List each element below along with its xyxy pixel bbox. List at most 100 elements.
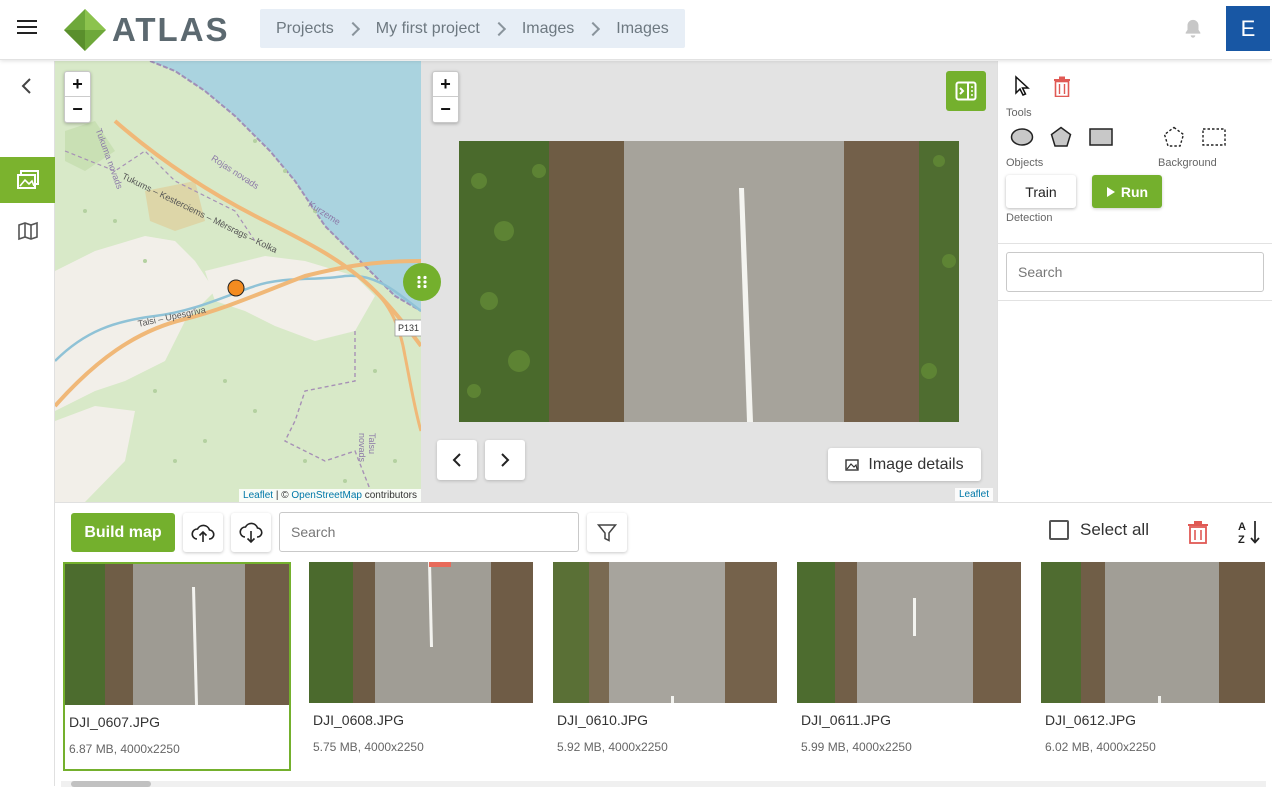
- sort-az-icon[interactable]: A Z: [1238, 519, 1262, 545]
- objects-label: Objects: [1006, 157, 1044, 169]
- chevron-right-icon: [345, 21, 360, 36]
- background-label: Background: [1158, 157, 1217, 169]
- next-image-button[interactable]: [485, 440, 525, 480]
- aerial-photo: [459, 141, 959, 422]
- attribution-separator: | ©: [273, 490, 292, 501]
- logo-text: ATLAS: [112, 11, 230, 48]
- select-all-label: Select all: [1080, 520, 1149, 539]
- cloud-upload-icon: [191, 524, 215, 542]
- panel-toggle-icon: [955, 81, 977, 101]
- select-all-checkbox[interactable]: [1049, 520, 1069, 540]
- thumbnail-image: [309, 562, 533, 703]
- background-polygon-tool[interactable]: [1162, 125, 1186, 149]
- image-thumbnail[interactable]: DJI_0611.JPG 5.99 MB, 4000x2250: [797, 562, 1025, 771]
- panel-divider: [998, 300, 1272, 301]
- train-button[interactable]: Train: [1006, 175, 1076, 208]
- svg-text:A: A: [1238, 521, 1246, 533]
- leaflet-link[interactable]: Leaflet: [243, 490, 273, 501]
- viewer-zoom-control: + −: [432, 71, 459, 123]
- toggle-side-panel-button[interactable]: [946, 71, 986, 111]
- chevron-left-icon: [452, 453, 461, 467]
- image-thumbnail[interactable]: DJI_0610.JPG 5.92 MB, 4000x2250: [553, 562, 781, 771]
- previous-image-button[interactable]: [437, 440, 477, 480]
- delete-selected-trash-icon[interactable]: [1187, 520, 1209, 544]
- breadcrumb-images[interactable]: Images: [522, 20, 574, 38]
- polygon-icon: [1050, 126, 1072, 147]
- dashed-polygon-icon: [1163, 126, 1185, 147]
- rail-item-map[interactable]: [0, 211, 55, 251]
- breadcrumb-projects[interactable]: Projects: [276, 20, 334, 38]
- play-icon: [1106, 186, 1115, 197]
- image-viewer[interactable]: + − Image details Leaflet: [421, 61, 997, 502]
- filter-icon: [597, 523, 617, 542]
- tools-panel: Tools Objects Background Train Run Detec…: [997, 61, 1272, 502]
- run-button[interactable]: Run: [1092, 175, 1162, 208]
- image-details-button[interactable]: Image details: [828, 448, 981, 481]
- ellipse-icon: [1010, 128, 1034, 146]
- map-zoom-in-button[interactable]: +: [65, 72, 90, 97]
- build-map-button[interactable]: Build map: [71, 513, 175, 552]
- thumbnail-filename: DJI_0610.JPG: [557, 712, 649, 728]
- thumbnail-image: [797, 562, 1021, 703]
- notifications-bell-icon[interactable]: [1182, 18, 1204, 40]
- select-all-toggle[interactable]: Select all: [1049, 520, 1149, 540]
- rail-item-images[interactable]: [0, 157, 55, 203]
- cloud-download-icon: [239, 522, 263, 543]
- delete-tool[interactable]: [1051, 75, 1073, 97]
- viewer-zoom-in-button[interactable]: +: [433, 72, 458, 97]
- trash-icon: [1054, 76, 1070, 97]
- thumbnail-meta: 6.02 MB, 4000x2250: [1045, 740, 1156, 754]
- background-rectangle-tool[interactable]: [1202, 127, 1226, 147]
- breadcrumb: Projects My first project Images Images: [260, 9, 685, 48]
- gallery-scrollbar[interactable]: [61, 781, 1266, 787]
- image-gallery: Build map Select all A Z: [55, 502, 1272, 787]
- image-thumbnail[interactable]: DJI_0607.JPG 6.87 MB, 4000x2250: [63, 562, 291, 771]
- polygon-tool[interactable]: [1049, 125, 1073, 149]
- atlas-logo[interactable]: ATLAS: [62, 8, 242, 52]
- menu-icon[interactable]: [17, 20, 37, 38]
- thumbnail-image: [1041, 562, 1265, 703]
- filter-button[interactable]: [587, 513, 627, 552]
- viewer-leaflet-link[interactable]: Leaflet: [959, 489, 989, 500]
- map-attribution: Leaflet | © OpenStreetMap contributors: [239, 489, 421, 502]
- thumbnail-image: [65, 564, 289, 705]
- rectangle-tool[interactable]: [1089, 127, 1113, 147]
- top-bar: ATLAS Projects My first project Images I…: [0, 0, 1272, 60]
- thumbnail-filename: DJI_0612.JPG: [1045, 712, 1137, 728]
- drag-dots-icon: [417, 275, 427, 289]
- map-icon: [17, 221, 38, 241]
- map-zoom-out-button[interactable]: −: [65, 97, 90, 122]
- breadcrumb-project[interactable]: My first project: [376, 20, 480, 38]
- tools-label: Tools: [1006, 107, 1032, 119]
- left-rail: [0, 61, 55, 786]
- chevron-right-icon: [491, 21, 506, 36]
- back-icon[interactable]: [16, 75, 38, 97]
- download-button[interactable]: [231, 513, 271, 552]
- user-avatar-button[interactable]: E: [1226, 6, 1270, 51]
- panel-resize-handle[interactable]: [403, 263, 441, 301]
- svg-text:Z: Z: [1238, 534, 1245, 545]
- panel-divider: [998, 243, 1272, 244]
- thumbnail-image: [553, 562, 777, 703]
- attribution-contributors: contributors: [361, 490, 417, 501]
- image-icon: [845, 458, 860, 471]
- image-thumbnail[interactable]: DJI_0612.JPG 6.02 MB, 4000x2250: [1041, 562, 1269, 771]
- breadcrumb-current: Images: [616, 19, 669, 37]
- image-search-input[interactable]: [279, 512, 579, 552]
- image-thumbnail[interactable]: DJI_0608.JPG 5.75 MB, 4000x2250: [309, 562, 537, 771]
- chevron-right-icon: [586, 21, 601, 36]
- logo-diamond-icon: [64, 9, 106, 51]
- viewer-zoom-out-button[interactable]: −: [433, 97, 458, 122]
- classes-search-input[interactable]: [1006, 252, 1264, 292]
- osm-link[interactable]: OpenStreetMap: [291, 490, 362, 501]
- map-label-talsu: Talsu novads: [357, 433, 377, 463]
- gallery-scrollbar-thumb[interactable]: [71, 781, 151, 787]
- thumbnail-filename: DJI_0607.JPG: [69, 714, 161, 730]
- map-panel[interactable]: Tukums – Kesterciems – Mērsrags – Kolka …: [55, 61, 421, 502]
- images-icon: [16, 170, 39, 189]
- select-tool[interactable]: [1012, 75, 1032, 97]
- image-details-label: Image details: [868, 455, 964, 473]
- upload-button[interactable]: [183, 513, 223, 552]
- rectangle-icon: [1089, 128, 1113, 146]
- ellipse-tool[interactable]: [1009, 127, 1035, 147]
